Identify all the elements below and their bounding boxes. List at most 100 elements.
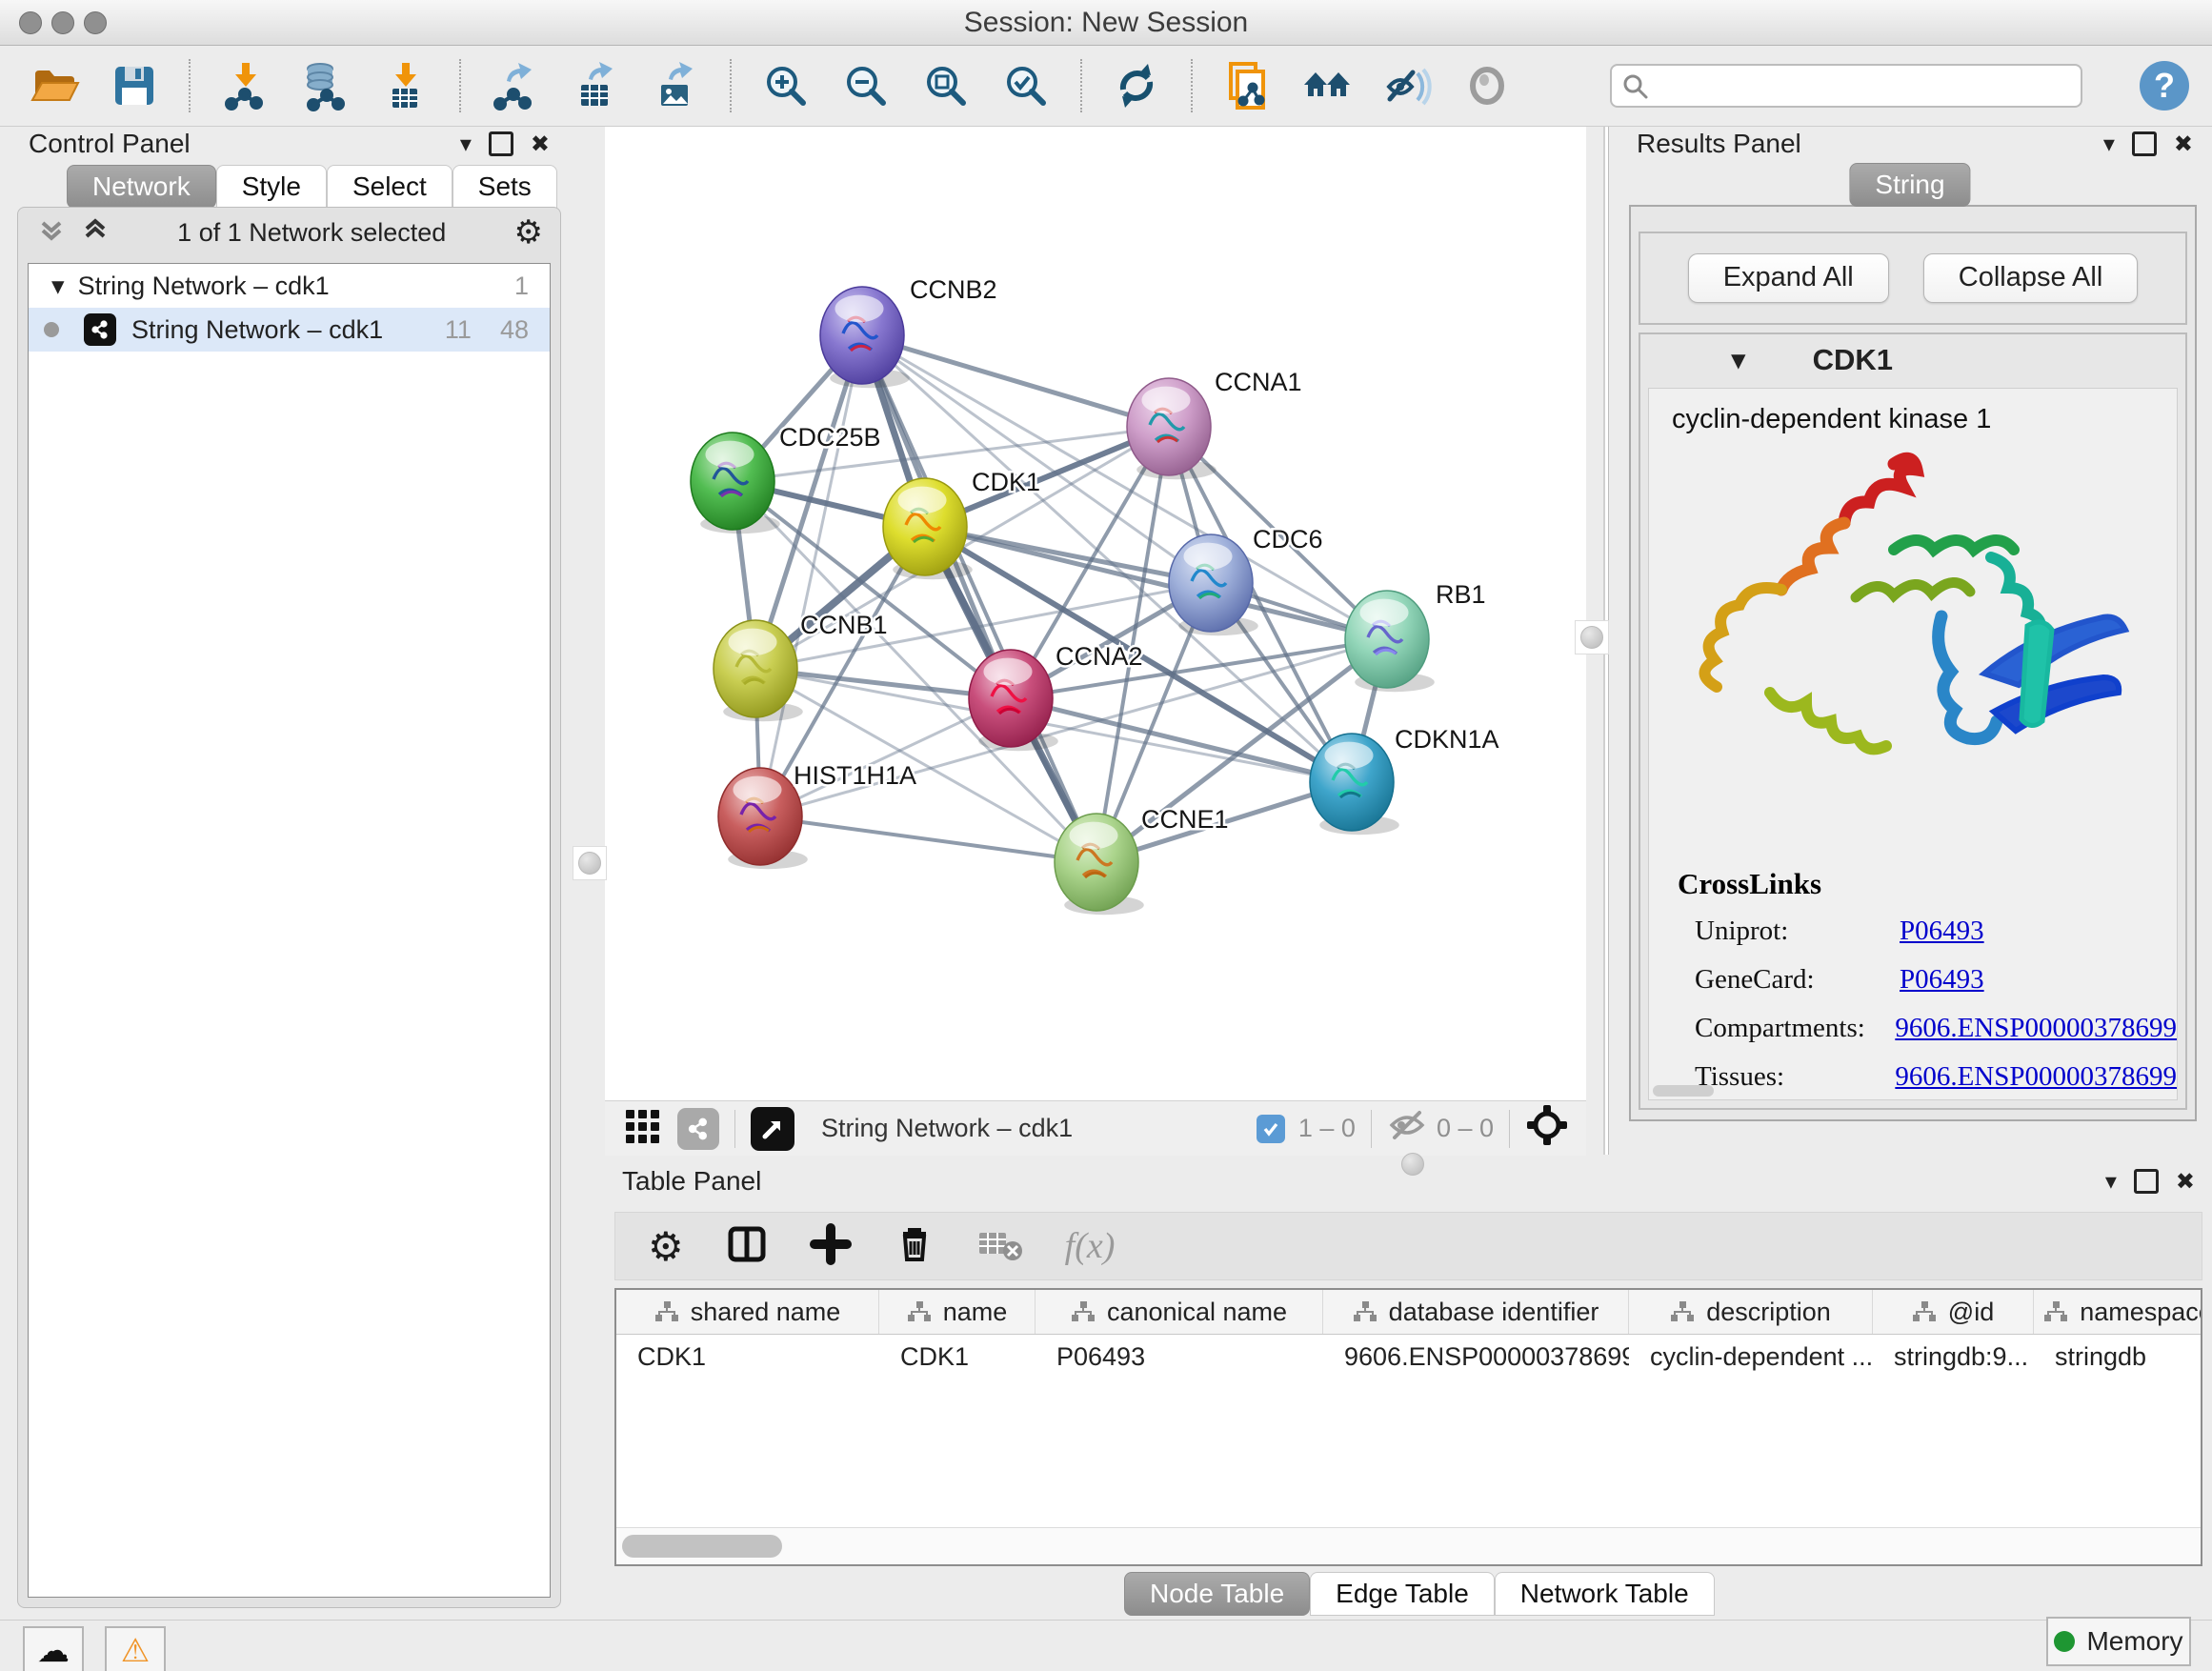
crosslink-link[interactable]: 9606.ENSP00000378699 [1895, 1061, 2177, 1093]
column-header--id[interactable]: @id [1873, 1290, 2034, 1334]
panel-collapse-icon[interactable]: ▾ [460, 131, 472, 157]
import-database-icon[interactable] [299, 60, 351, 111]
tab-sets[interactable]: Sets [452, 165, 557, 209]
table-hscrollbar[interactable] [616, 1527, 2201, 1564]
network-node-CCNA1[interactable] [1127, 378, 1217, 479]
table-cell[interactable]: stringdb:9... [1873, 1335, 2034, 1379]
tab-string[interactable]: String [1849, 163, 1970, 207]
table-cell[interactable]: stringdb [2034, 1335, 2202, 1379]
zoom-out-icon[interactable] [840, 60, 892, 111]
warning-icon[interactable]: ⚠ [105, 1626, 166, 1671]
tab-node-table[interactable]: Node Table [1124, 1572, 1310, 1616]
network-node-CDC25B[interactable] [691, 433, 780, 534]
memory-button[interactable]: Memory [2046, 1617, 2191, 1666]
show-columns-icon[interactable] [726, 1223, 768, 1270]
panel-collapse-icon[interactable]: ▾ [2103, 131, 2115, 157]
column-header-name[interactable]: name [879, 1290, 1036, 1334]
window-title: Session: New Session [0, 0, 2212, 45]
grid-view-icon[interactable] [624, 1106, 662, 1151]
string-network-badge-icon [84, 313, 116, 346]
network-node-CCNB2[interactable] [820, 287, 910, 388]
search-input[interactable] [1610, 64, 2082, 108]
network-node-CCNA2[interactable] [969, 650, 1058, 751]
panel-float-icon[interactable] [2132, 131, 2157, 156]
column-header-description[interactable]: description [1629, 1290, 1873, 1334]
table-cell[interactable]: cyclin-dependent ... [1629, 1335, 1873, 1379]
tab-select[interactable]: Select [327, 165, 452, 209]
panel-close-icon[interactable]: ✖ [531, 131, 550, 157]
table-options-gear-icon[interactable]: ⚙ [648, 1223, 684, 1270]
expand-all-networks-icon[interactable] [37, 215, 66, 251]
panel-collapse-icon[interactable]: ▾ [2105, 1168, 2117, 1195]
table-cell[interactable]: CDK1 [879, 1335, 1036, 1379]
network-collection-row[interactable]: ▾ String Network – cdk1 1 [29, 264, 550, 308]
left-splitter-handle[interactable] [573, 846, 607, 880]
panel-close-icon[interactable]: ✖ [2174, 131, 2193, 157]
node-table: shared namenamecanonical namedatabase id… [614, 1288, 2202, 1566]
tab-edge-table[interactable]: Edge Table [1310, 1572, 1495, 1616]
zoom-fit-icon[interactable] [920, 60, 972, 111]
column-header-namespace[interactable]: namespace [2034, 1290, 2202, 1334]
table-hscrollbar-thumb[interactable] [622, 1535, 782, 1558]
network-row-selected[interactable]: String Network – cdk1 11 48 [29, 308, 550, 352]
selected-nodes-checkbox[interactable] [1257, 1115, 1285, 1143]
column-header-database-identifier[interactable]: database identifier [1323, 1290, 1629, 1334]
table-cell[interactable]: P06493 [1036, 1335, 1323, 1379]
export-table-icon[interactable] [570, 60, 621, 111]
table-cell[interactable]: 9606.ENSP00000378699 [1323, 1335, 1629, 1379]
position-crosshair-icon[interactable] [1525, 1103, 1569, 1154]
import-network-icon[interactable] [219, 60, 271, 111]
zoom-selected-icon[interactable] [1000, 60, 1052, 111]
delete-table-icon[interactable] [977, 1225, 1023, 1268]
network-edge-CCNB2-CCNA1[interactable] [862, 335, 1169, 427]
import-table-icon[interactable] [379, 60, 431, 111]
show-graphics-icon[interactable] [1461, 60, 1513, 111]
function-builder-icon[interactable]: f(x) [1065, 1225, 1116, 1267]
network-canvas[interactable]: CCNB2CCNA1CDC25BCDK1CDC6RB1CCNB1CCNA2CDK… [605, 127, 1586, 1100]
table-row[interactable]: CDK1CDK1P064939606.ENSP00000378699cyclin… [616, 1335, 2201, 1379]
right-splitter-handle[interactable] [1575, 620, 1609, 654]
homes-icon[interactable] [1301, 60, 1353, 111]
export-image-icon[interactable] [650, 60, 701, 111]
crosslink-link[interactable]: 9606.ENSP00000378699 [1895, 1013, 2177, 1044]
expand-all-button[interactable]: Expand All [1688, 253, 1889, 303]
tab-style[interactable]: Style [216, 165, 327, 209]
column-header-shared-name[interactable]: shared name [616, 1290, 879, 1334]
network-badge-gray-icon[interactable] [677, 1108, 719, 1150]
tab-network-table[interactable]: Network Table [1495, 1572, 1715, 1616]
network-edge-CCNB2-HIST1H1A[interactable] [760, 335, 862, 816]
hide-unhide-icon[interactable] [1381, 60, 1433, 111]
panel-float-icon[interactable] [489, 131, 513, 156]
network-node-CCNE1[interactable] [1055, 814, 1144, 915]
file-network-icon[interactable] [1221, 60, 1273, 111]
results-scrollbar-thumb[interactable] [1653, 1085, 1714, 1097]
collapse-all-button[interactable]: Collapse All [1923, 253, 2139, 303]
crosslink-link[interactable]: P06493 [1900, 916, 1984, 947]
cloud-icon[interactable]: ☁ [23, 1626, 84, 1671]
column-header-canonical-name[interactable]: canonical name [1036, 1290, 1323, 1334]
table-cell[interactable]: CDK1 [616, 1335, 879, 1379]
network-node-CDC6[interactable] [1169, 534, 1258, 635]
export-network-icon[interactable] [490, 60, 541, 111]
zoom-in-icon[interactable] [760, 60, 812, 111]
network-node-CDKN1A[interactable] [1310, 734, 1399, 835]
collapse-all-networks-icon[interactable] [81, 215, 110, 251]
panel-float-icon[interactable] [2134, 1169, 2159, 1194]
network-node-CDK1[interactable] [883, 478, 973, 579]
tab-network[interactable]: Network [67, 165, 216, 209]
save-session-icon[interactable] [109, 60, 160, 111]
delete-column-icon[interactable] [894, 1223, 935, 1270]
crosslink-link[interactable]: P06493 [1900, 964, 1984, 996]
tree-expand-icon[interactable]: ▾ [51, 272, 65, 301]
refresh-icon[interactable] [1111, 60, 1162, 111]
section-collapse-icon[interactable]: ▾ [1731, 343, 1746, 377]
network-edge-HIST1H1A-CCNE1[interactable] [760, 816, 1096, 862]
network-options-gear-icon[interactable]: ⚙ [514, 213, 543, 252]
network-node-RB1[interactable] [1345, 591, 1435, 692]
node-label-CCNA2: CCNA2 [1056, 642, 1143, 671]
panel-close-icon[interactable]: ✖ [2176, 1168, 2195, 1195]
help-button[interactable]: ? [2140, 61, 2189, 111]
open-session-icon[interactable] [29, 60, 80, 111]
add-column-icon[interactable] [810, 1223, 852, 1270]
birdseye-view-icon[interactable] [751, 1107, 794, 1151]
